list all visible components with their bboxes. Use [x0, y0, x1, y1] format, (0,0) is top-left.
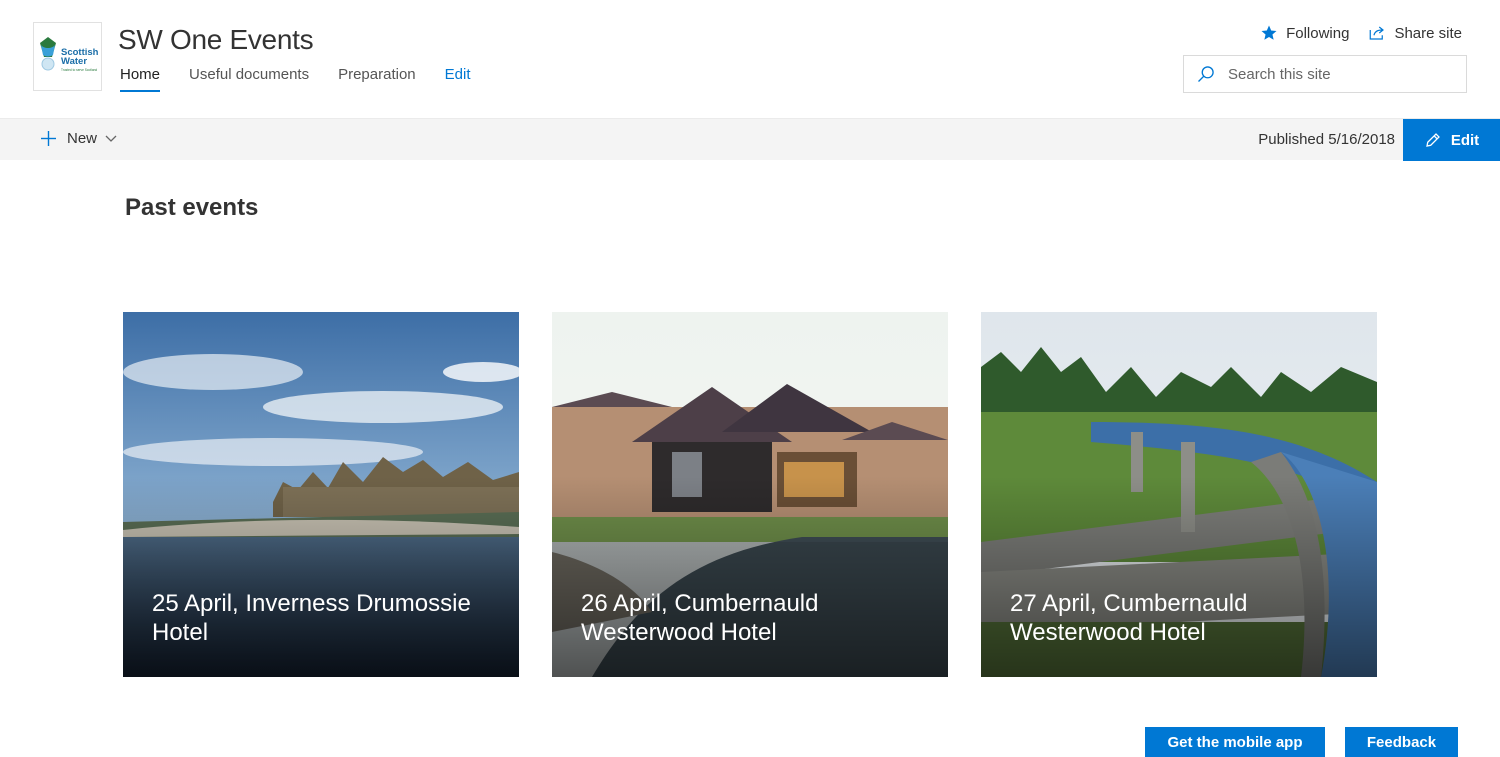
share-site-button[interactable]: Share site	[1368, 23, 1462, 43]
event-card[interactable]: 27 April, Cumbernauld Westerwood Hotel	[981, 312, 1377, 677]
svg-text:Water: Water	[61, 56, 87, 67]
pencil-icon	[1426, 133, 1440, 147]
chevron-down-icon	[105, 135, 117, 142]
search-box[interactable]	[1183, 55, 1467, 93]
share-site-label: Share site	[1394, 24, 1462, 42]
following-label: Following	[1286, 24, 1350, 42]
site-logo[interactable]: Scottish Water Trusted to serve Scotland	[33, 22, 102, 91]
nav-item-home[interactable]: Home	[120, 66, 161, 92]
event-caption: 26 April, Cumbernauld Westerwood Hotel	[581, 590, 819, 646]
published-status: Published 5/16/2018	[1258, 131, 1395, 148]
nav-item-useful-documents[interactable]: Useful documents	[189, 66, 309, 92]
edit-label: Edit	[1450, 131, 1480, 149]
site-header: Scottish Water Trusted to serve Scotland…	[0, 0, 1500, 118]
scottish-water-logo-icon: Scottish Water Trusted to serve Scotland	[40, 37, 99, 72]
site-navigation: Home Useful documents Preparation Edit	[120, 66, 500, 92]
command-bar: New Published 5/16/2018 Edit	[0, 118, 1500, 161]
nav-edit-link[interactable]: Edit	[445, 66, 471, 92]
section-title: Past events	[125, 194, 259, 221]
feedback-button[interactable]: Feedback	[1345, 727, 1458, 757]
event-caption: 25 April, Inverness Drumossie Hotel	[152, 590, 471, 646]
new-menu-button[interactable]: New	[40, 130, 117, 147]
nav-item-preparation[interactable]: Preparation	[338, 66, 416, 92]
event-caption: 27 April, Cumbernauld Westerwood Hotel	[1010, 590, 1248, 646]
site-title[interactable]: SW One Events	[118, 24, 314, 56]
search-icon	[1198, 66, 1214, 82]
star-filled-icon	[1261, 25, 1277, 40]
event-card[interactable]: 25 April, Inverness Drumossie Hotel	[123, 312, 519, 677]
svg-text:Trusted to serve Scotland: Trusted to serve Scotland	[61, 68, 97, 72]
share-icon	[1370, 26, 1385, 40]
search-input[interactable]	[1228, 65, 1448, 83]
header-actions: Following Share site	[1241, 23, 1462, 43]
event-card[interactable]: 26 April, Cumbernauld Westerwood Hotel	[552, 312, 948, 677]
new-label: New	[67, 130, 98, 147]
get-mobile-app-button[interactable]: Get the mobile app	[1145, 727, 1325, 757]
plus-icon	[41, 131, 56, 146]
edit-page-button[interactable]: Edit	[1403, 119, 1500, 161]
following-button[interactable]: Following	[1260, 23, 1349, 43]
